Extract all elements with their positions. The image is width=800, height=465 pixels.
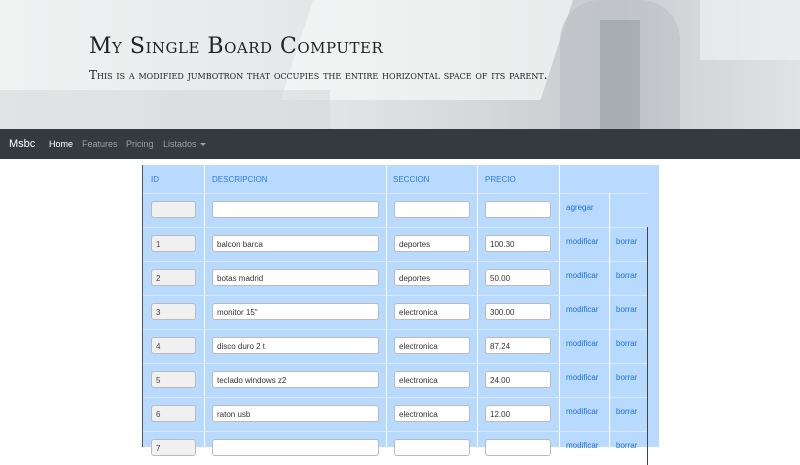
seccion-field[interactable]: [394, 439, 470, 456]
row-divider: [143, 295, 648, 296]
nav-item-pricing[interactable]: Pricing: [126, 139, 154, 149]
background-photo-tie: [600, 20, 640, 129]
jumbotron: My Single Board Computer This is a modif…: [0, 0, 800, 129]
header-seccion: SECCION: [393, 175, 430, 184]
id-field[interactable]: 4: [151, 337, 196, 354]
descripcion-field[interactable]: [212, 439, 379, 456]
delete-button[interactable]: borrar: [616, 339, 637, 348]
row-divider: [143, 329, 648, 330]
column-divider: [559, 165, 560, 447]
column-divider: [609, 227, 610, 261]
descripcion-field[interactable]: teclado windows z2: [212, 371, 379, 388]
column-divider: [647, 295, 648, 329]
modify-button[interactable]: modificar: [566, 271, 598, 280]
column-divider: [609, 431, 610, 465]
precio-field[interactable]: 12.00: [485, 405, 551, 422]
column-divider: [609, 295, 610, 329]
modify-button[interactable]: modificar: [566, 339, 598, 348]
row-divider: [143, 261, 648, 262]
nav-item-home[interactable]: Home: [49, 139, 73, 149]
delete-button[interactable]: borrar: [616, 305, 637, 314]
id-field[interactable]: 7: [151, 439, 196, 456]
column-divider: [647, 329, 648, 363]
row-divider: [143, 431, 648, 432]
precio-field[interactable]: [485, 439, 551, 456]
add-button[interactable]: agregar: [566, 203, 594, 212]
precio-field[interactable]: 300.00: [485, 303, 551, 320]
modify-button[interactable]: modificar: [566, 305, 598, 314]
column-divider: [609, 363, 610, 397]
new-seccion-field[interactable]: [394, 201, 470, 218]
descripcion-field[interactable]: balcon barca: [212, 235, 379, 252]
descripcion-field[interactable]: disco duro 2 t: [212, 337, 379, 354]
column-divider: [609, 193, 610, 227]
chevron-down-icon: [199, 143, 206, 147]
nav-item-features[interactable]: Features: [82, 139, 118, 149]
jumbotron-lead: This is a modified jumbotron that occupi…: [89, 68, 548, 82]
seccion-field[interactable]: electronica: [394, 303, 470, 320]
delete-button[interactable]: borrar: [616, 441, 637, 450]
delete-button[interactable]: borrar: [616, 373, 637, 382]
column-divider: [477, 165, 478, 447]
seccion-field[interactable]: electronica: [394, 405, 470, 422]
seccion-field[interactable]: deportes: [394, 269, 470, 286]
column-divider: [647, 227, 648, 261]
seccion-field[interactable]: deportes: [394, 235, 470, 252]
column-divider: [609, 329, 610, 363]
row-divider: [143, 397, 648, 398]
descripcion-field[interactable]: monitor 15": [212, 303, 379, 320]
delete-button[interactable]: borrar: [616, 271, 637, 280]
seccion-field[interactable]: electronica: [394, 337, 470, 354]
modify-button[interactable]: modificar: [566, 237, 598, 246]
column-divider: [647, 363, 648, 397]
column-divider: [386, 165, 387, 447]
precio-field[interactable]: 100.30: [485, 235, 551, 252]
navbar-brand[interactable]: Msbc: [9, 138, 35, 150]
jumbotron-title: My Single Board Computer: [89, 34, 384, 59]
products-table: ID DESCRIPCION SECCION PRECIO agregar 1b…: [142, 165, 659, 465]
column-divider: [609, 397, 610, 431]
column-divider: [647, 261, 648, 295]
id-field[interactable]: 5: [151, 371, 196, 388]
descripcion-field[interactable]: raton usb: [212, 405, 379, 422]
delete-button[interactable]: borrar: [616, 237, 637, 246]
id-field[interactable]: 1: [151, 235, 196, 252]
new-descripcion-field[interactable]: [212, 201, 379, 218]
precio-field[interactable]: 50.00: [485, 269, 551, 286]
id-field[interactable]: 6: [151, 405, 196, 422]
precio-field[interactable]: 24.00: [485, 371, 551, 388]
nav-item-listados-label: Listados: [163, 139, 197, 149]
new-precio-field[interactable]: [485, 201, 551, 218]
row-divider: [143, 227, 648, 228]
delete-button[interactable]: borrar: [616, 407, 637, 416]
modify-button[interactable]: modificar: [566, 441, 598, 450]
background-photo-window: [700, 0, 800, 60]
column-divider: [204, 165, 205, 447]
modify-button[interactable]: modificar: [566, 407, 598, 416]
new-id-field[interactable]: [151, 201, 196, 218]
column-divider: [647, 431, 648, 465]
precio-field[interactable]: 87.24: [485, 337, 551, 354]
header-id: ID: [151, 175, 159, 184]
id-field[interactable]: 3: [151, 303, 196, 320]
row-divider: [143, 193, 648, 194]
id-field[interactable]: 2: [151, 269, 196, 286]
seccion-field[interactable]: electronica: [394, 371, 470, 388]
column-divider: [647, 397, 648, 431]
header-precio: PRECIO: [485, 175, 516, 184]
modify-button[interactable]: modificar: [566, 373, 598, 382]
background-photo-shape: [0, 90, 330, 129]
navbar: Msbc Home Features Pricing Listados: [0, 129, 800, 159]
descripcion-field[interactable]: botas madrid: [212, 269, 379, 286]
column-divider: [609, 261, 610, 295]
row-divider: [143, 363, 648, 364]
nav-item-listados[interactable]: Listados: [163, 139, 206, 149]
header-descripcion: DESCRIPCION: [212, 175, 268, 184]
